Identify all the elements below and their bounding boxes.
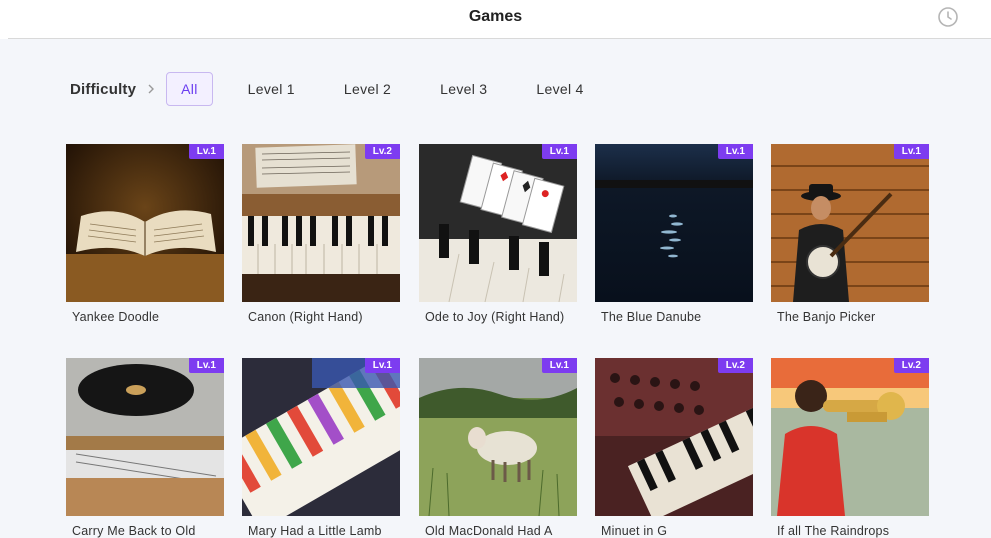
game-title: Canon (Right Hand) [248, 310, 363, 324]
level-badge: Lv.1 [717, 144, 753, 159]
main-content: Difficulty All Level 1 Level 2 Level 3 L… [0, 39, 991, 538]
clock-icon[interactable] [937, 6, 959, 28]
game-thumbnail: Lv.1 [595, 144, 753, 302]
game-card-banjo-picker[interactable]: Lv.1 The Banjo Picker [771, 144, 929, 324]
filter-all[interactable]: All [166, 72, 213, 106]
chevron-right-icon [144, 82, 158, 96]
level-badge: Lv.2 [893, 358, 929, 373]
game-title: If all The Raindrops [777, 524, 890, 538]
level-badge: Lv.1 [188, 358, 224, 373]
game-title: The Blue Danube [601, 310, 702, 324]
game-thumbnail: Lv.2 [771, 358, 929, 516]
filter-level-2[interactable]: Level 2 [330, 72, 405, 106]
game-card-minuet-in-g[interactable]: Lv.2 Minuet in G [595, 358, 753, 538]
game-card-old-macdonald[interactable]: Lv.1 Old MacDonald Had A [419, 358, 577, 538]
game-title: The Banjo Picker [777, 310, 876, 324]
level-badge: Lv.2 [717, 358, 753, 373]
level-badge: Lv.1 [364, 358, 400, 373]
game-thumbnail: Lv.1 [419, 144, 577, 302]
game-thumbnail: Lv.1 [66, 358, 224, 516]
game-card-blue-danube[interactable]: Lv.1 The Blue Danube [595, 144, 753, 324]
game-title: Old MacDonald Had A [425, 524, 553, 538]
level-badge: Lv.1 [893, 144, 929, 159]
game-thumbnail: Lv.1 [419, 358, 577, 516]
game-title: Carry Me Back to Old [72, 524, 196, 538]
difficulty-label: Difficulty [70, 80, 137, 98]
game-card-if-all-the-raindrops[interactable]: Lv.2 If all The Raindrops [771, 358, 929, 538]
game-title: Ode to Joy (Right Hand) [425, 310, 565, 324]
game-thumbnail: Lv.1 [66, 144, 224, 302]
game-title: Yankee Doodle [72, 310, 160, 324]
game-card-yankee-doodle[interactable]: Lv.1 Yankee Doodle [66, 144, 224, 324]
game-card-mary-had-a-little-lamb[interactable]: Lv.1 Mary Had a Little Lamb [242, 358, 400, 538]
filter-level-1[interactable]: Level 1 [234, 72, 309, 106]
top-bar: Games [0, 0, 991, 38]
page-title: Games [468, 8, 523, 25]
level-badge: Lv.2 [364, 144, 400, 159]
level-badge: Lv.1 [541, 144, 577, 159]
game-title: Minuet in G [601, 524, 668, 538]
game-card-carry-me-back[interactable]: Lv.1 Carry Me Back to Old [66, 358, 224, 538]
game-card-ode-to-joy[interactable]: Lv.1 Ode to Joy (Right Hand) [419, 144, 577, 324]
filter-level-4[interactable]: Level 4 [522, 72, 597, 106]
game-card-canon[interactable]: Lv.2 Canon (Right Hand) [242, 144, 400, 324]
filter-level-3[interactable]: Level 3 [426, 72, 501, 106]
level-badge: Lv.1 [541, 358, 577, 373]
game-thumbnail: Lv.1 [771, 144, 929, 302]
game-title: Mary Had a Little Lamb [248, 524, 382, 538]
game-thumbnail: Lv.1 [242, 358, 400, 516]
game-thumbnail: Lv.2 [242, 144, 400, 302]
game-thumbnail: Lv.2 [595, 358, 753, 516]
difficulty-filter-bar: Difficulty All Level 1 Level 2 Level 3 L… [70, 69, 619, 109]
level-badge: Lv.1 [188, 144, 224, 159]
